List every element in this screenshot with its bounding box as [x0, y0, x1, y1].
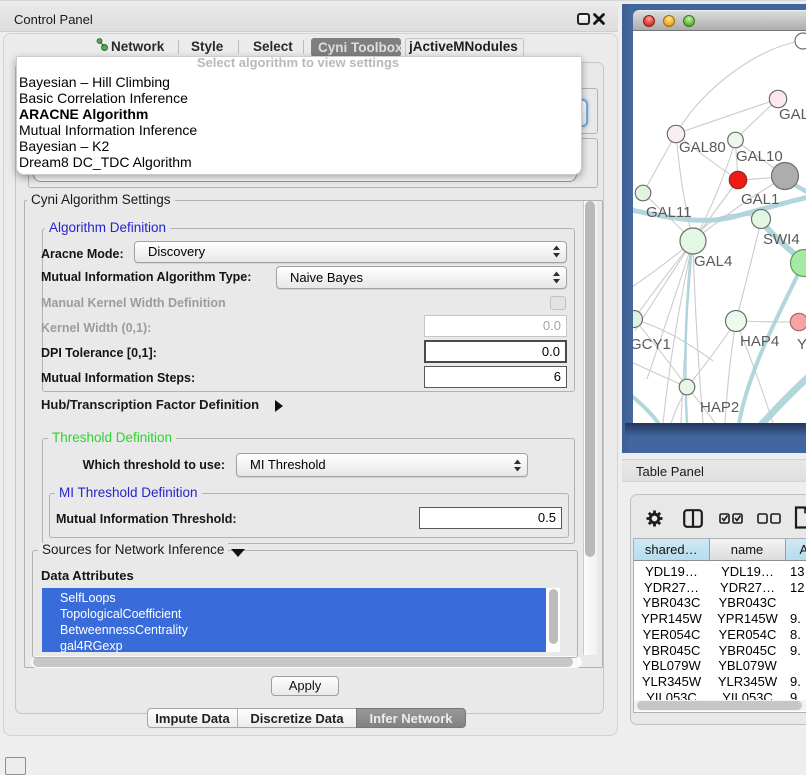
svg-text:GAL10: GAL10	[736, 148, 783, 165]
svg-text:GAL80: GAL80	[679, 139, 726, 156]
svg-text:GAL4: GAL4	[694, 253, 732, 270]
svg-text:GAL1: GAL1	[741, 191, 779, 208]
svg-text:SWI4: SWI4	[763, 231, 800, 248]
svg-text:GAL11: GAL11	[646, 204, 692, 221]
svg-text:YK: YK	[797, 336, 806, 353]
svg-text:GCY1: GCY1	[633, 336, 671, 353]
svg-text:HAP4: HAP4	[740, 333, 779, 350]
svg-text:HAP2: HAP2	[700, 399, 739, 416]
svg-text:GAL: GAL	[779, 106, 806, 123]
